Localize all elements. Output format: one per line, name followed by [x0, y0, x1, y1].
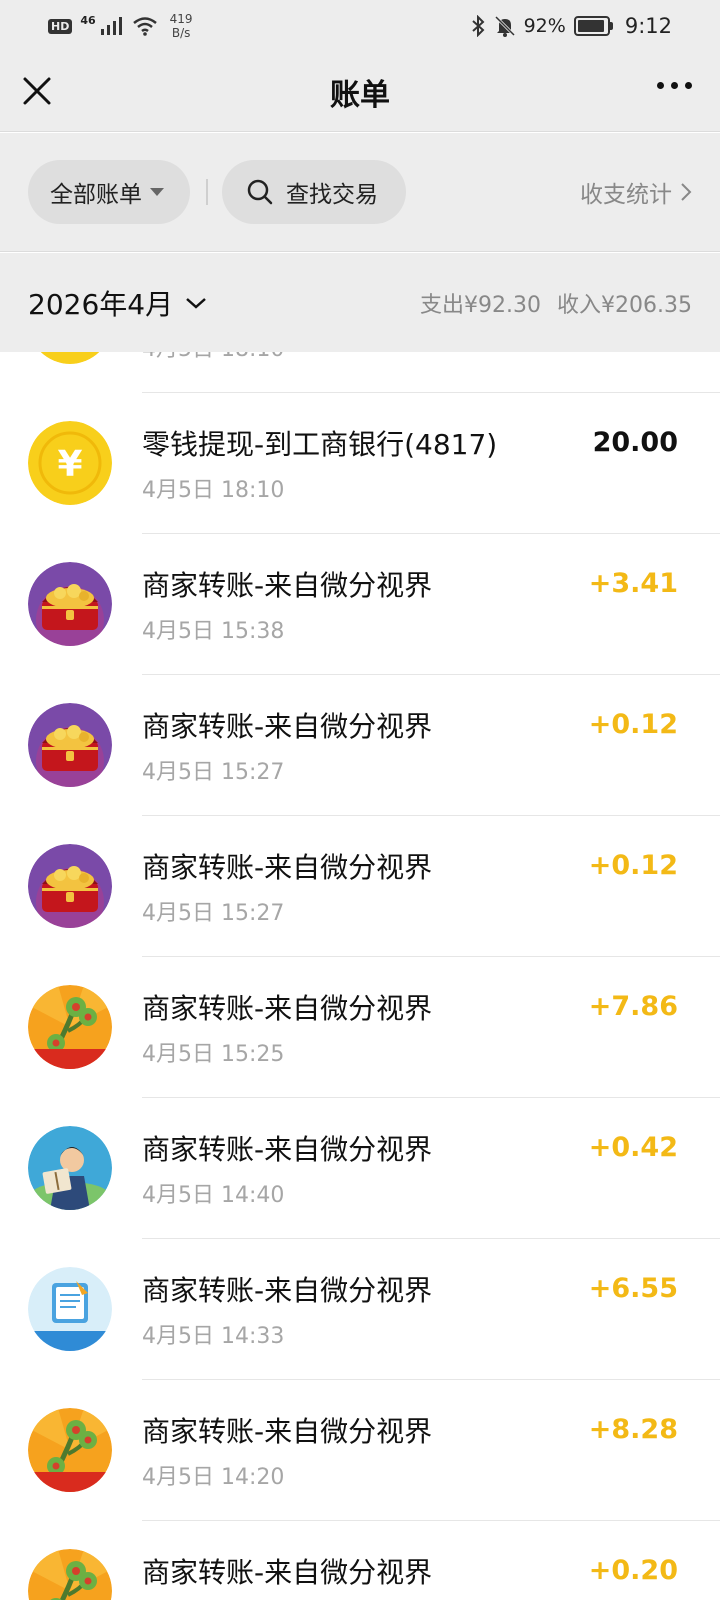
transaction-title: 商家转账-来自微分视界 [142, 1133, 433, 1166]
transaction-amount: +0.20 [588, 1555, 678, 1586]
battery-level [577, 20, 604, 32]
transaction-amount: +8.28 [588, 1414, 678, 1445]
search-label: 查找交易 [286, 182, 378, 208]
transaction-row[interactable]: 商家转账-来自微分视界 +0.20 [0, 1521, 720, 1600]
transaction-time: 4月5日 15:38 [142, 619, 285, 644]
transaction-amount: +6.55 [588, 1273, 678, 1304]
all-bills-label: 全部账单 [50, 182, 142, 208]
transaction-time: 4月5日 15:27 [142, 760, 285, 785]
page-title: 账单 [330, 77, 390, 113]
status-left: HD 46 419 B/s [48, 12, 193, 40]
chevron-right-icon [681, 183, 692, 201]
signal-icon [100, 17, 122, 35]
transaction-row[interactable]: ¥ 零钱提现-到工商银行(4817) 4月5日 18:10 20.00 [0, 393, 720, 534]
treasure-chest-icon [28, 703, 112, 787]
transaction-time: 4月5日 14:33 [142, 1324, 285, 1349]
transaction-amount: 20.00 [592, 427, 678, 458]
transaction-time: 4月5日 14:40 [142, 1183, 285, 1208]
more-options-icon[interactable] [657, 82, 692, 89]
transaction-amount: +0.12 [588, 850, 678, 881]
transaction-time: 4月5日 18:10 [142, 352, 284, 363]
transaction-amount: +7.86 [588, 991, 678, 1022]
scholar-icon [28, 1126, 112, 1210]
hd-badge: HD [48, 18, 73, 34]
treasure-chest-icon [28, 562, 112, 646]
status-bar: HD 46 419 B/s 92% 9:12 [0, 0, 720, 52]
transaction-amount: +0.12 [588, 709, 678, 740]
transaction-list-inner: 4月5日 18:10 ¥ 零钱提现-到工商银行(4817) 4月5日 18:10 2… [0, 352, 720, 1600]
mute-bell-icon [494, 15, 515, 37]
network-type: 46 [80, 13, 96, 27]
close-icon[interactable] [20, 74, 54, 108]
transaction-row[interactable]: 商家转账-来自微分视界 4月5日 15:38 +3.41 [0, 534, 720, 675]
month-label: 2026年4月 [28, 287, 174, 321]
transaction-list[interactable]: 4月5日 18:10 ¥ 零钱提现-到工商银行(4817) 4月5日 18:10 2… [0, 352, 720, 1600]
transaction-amount: +3.41 [588, 568, 678, 599]
battery-percent: 92% [523, 15, 566, 37]
search-transactions-button[interactable]: 查找交易 [222, 160, 406, 224]
income-expense-stats-link[interactable]: 收支统计 [580, 175, 692, 209]
svg-text:¥: ¥ [57, 444, 82, 485]
bluetooth-icon [471, 15, 485, 37]
transaction-title: 商家转账-来自微分视界 [142, 1274, 433, 1307]
transaction-row[interactable]: 商家转账-来自微分视界 4月5日 14:33 +6.55 [0, 1239, 720, 1380]
transaction-title: 商家转账-来自微分视界 [142, 1556, 433, 1589]
treasure-chest-icon [28, 844, 112, 928]
income-total: 收入¥206.35 [557, 292, 692, 318]
month-picker[interactable]: 2026年4月 [28, 283, 207, 323]
wifi-icon [132, 17, 157, 36]
battery-icon [573, 16, 613, 36]
transaction-time: 4月5日 14:20 [142, 1465, 285, 1490]
dropdown-caret-icon [150, 188, 164, 196]
transaction-title: 商家转账-来自微分视界 [142, 992, 433, 1025]
money-tree-icon [28, 985, 112, 1069]
month-totals: 支出¥92.30 收入¥206.35 [420, 287, 692, 319]
filter-bar: 全部账单 查找交易 收支统计 [0, 133, 720, 252]
search-icon [247, 179, 273, 205]
transaction-title: 商家转账-来自微分视界 [142, 569, 433, 602]
transaction-title: 商家转账-来自微分视界 [142, 710, 433, 743]
speed-unit: B/s [171, 26, 191, 40]
transaction-amount: +0.42 [588, 1132, 678, 1163]
clock: 9:12 [624, 14, 672, 38]
status-right: 92% 9:12 [470, 14, 672, 38]
coin-icon [28, 352, 112, 364]
book-icon [28, 1267, 112, 1351]
chevron-down-icon [186, 297, 206, 309]
transaction-row[interactable]: 商家转账-来自微分视界 4月5日 15:25 +7.86 [0, 957, 720, 1098]
transaction-row[interactable]: 4月5日 18:10 [0, 352, 720, 393]
transaction-row[interactable]: 商家转账-来自微分视界 4月5日 14:40 +0.42 [0, 1098, 720, 1239]
money-tree-icon [28, 1408, 112, 1492]
transaction-time: 4月5日 15:27 [142, 901, 285, 926]
transaction-row[interactable]: 商家转账-来自微分视界 4月5日 14:20 +8.28 [0, 1380, 720, 1521]
divider [206, 179, 208, 205]
money-tree-icon [28, 1549, 112, 1600]
expense-total: 支出¥92.30 [420, 292, 542, 318]
transaction-time: 4月5日 15:25 [142, 1042, 285, 1067]
stats-label: 收支统计 [580, 182, 672, 208]
transaction-row[interactable]: 商家转账-来自微分视界 4月5日 15:27 +0.12 [0, 675, 720, 816]
yuan-coin-icon: ¥ [28, 421, 112, 505]
speed-value: 419 [169, 12, 193, 26]
all-bills-filter[interactable]: 全部账单 [28, 160, 190, 224]
title-bar: 账单 [0, 52, 720, 132]
network-speed: 419 B/s [170, 12, 193, 40]
transaction-title: 商家转账-来自微分视界 [142, 851, 433, 884]
transaction-title: 商家转账-来自微分视界 [142, 1415, 433, 1448]
transaction-title: 零钱提现-到工商银行(4817) [142, 428, 498, 461]
transaction-row[interactable]: 商家转账-来自微分视界 4月5日 15:27 +0.12 [0, 816, 720, 957]
month-summary-bar: 2026年4月 支出¥92.30 收入¥206.35 [0, 253, 720, 352]
transaction-time: 4月5日 18:10 [142, 478, 285, 503]
